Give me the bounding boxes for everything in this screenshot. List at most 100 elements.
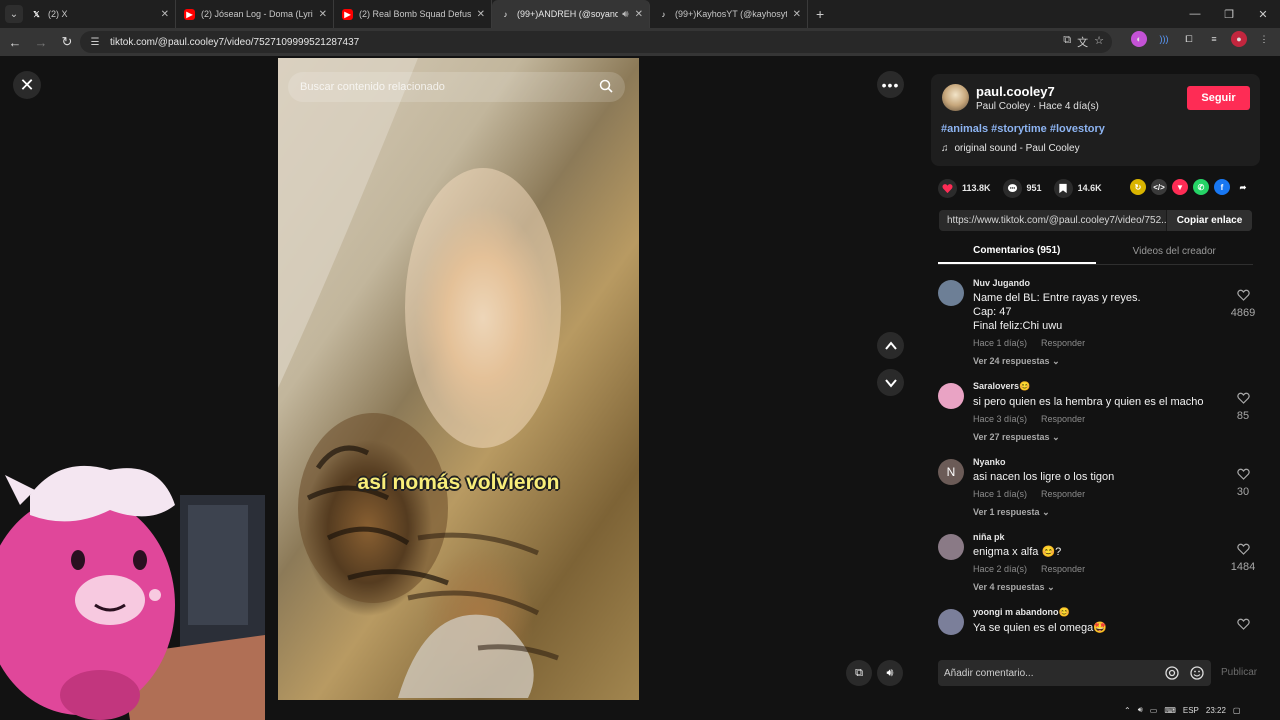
omnibox[interactable]: ☰ tiktok.com/@paul.cooley7/video/7527109… [80, 31, 1112, 53]
sound-link[interactable]: ♫ original sound - Paul Cooley [941, 143, 1080, 154]
commenter-avatar[interactable] [938, 609, 964, 635]
close-icon[interactable]: ✕ [161, 9, 169, 20]
like-action[interactable]: 113.8K [938, 178, 991, 198]
new-tab-plus-icon[interactable]: + [816, 6, 824, 22]
reply-link[interactable]: Responder [1041, 564, 1085, 574]
video-caption: así nomás volvieron [357, 471, 560, 494]
embed-code-icon[interactable]: </> [1151, 179, 1167, 195]
more-options-icon[interactable]: ••• [877, 71, 904, 98]
comment-line: Final feliz:Chi uwu [973, 320, 1063, 332]
commenter-name[interactable]: Nuv Jugando [973, 278, 1213, 288]
commenter-name[interactable]: yoongi m abandono😊 [973, 607, 1213, 618]
comment-like[interactable]: 85 [1228, 391, 1258, 422]
restore-icon[interactable]: ❐ [1212, 0, 1246, 28]
whatsapp-icon[interactable]: ✆ [1193, 179, 1209, 195]
related-search-input[interactable] [300, 81, 590, 93]
comment-action[interactable]: 951 [1002, 178, 1042, 198]
commenter-avatar[interactable] [938, 534, 964, 560]
comment-like[interactable]: 4869 [1228, 288, 1258, 319]
close-icon[interactable]: ✕ [635, 9, 643, 20]
back-arrow-icon[interactable]: ← [3, 30, 27, 54]
commenter-name[interactable]: Nyanko [973, 457, 1213, 467]
comment-composer: Publicar [938, 660, 1258, 686]
tab-list-button[interactable]: ⌄ [5, 5, 23, 23]
tab-tiktok-andreh[interactable]: ♪ (99+)ANDREH (@soyandre 🔊︎ ✕ [492, 0, 650, 28]
comment-like[interactable] [1228, 617, 1258, 635]
next-video-button[interactable] [877, 369, 904, 396]
site-settings-icon[interactable]: ☰ [88, 35, 102, 49]
save-action[interactable]: 14.6K [1053, 178, 1102, 198]
creator-avatar[interactable] [942, 84, 969, 111]
notifications-icon[interactable]: ▢ [1233, 706, 1241, 715]
video-player[interactable]: así nomás volvieron [278, 58, 639, 700]
tab-tiktok-kayhos[interactable]: ♪ (99+)KayhosYT (@kayhosyt) | T ✕ [650, 0, 808, 28]
copy-link-button[interactable]: Copiar enlace [1166, 210, 1252, 231]
action-bar: 113.8K 951 14.6K [938, 176, 1114, 200]
creator-username[interactable]: paul.cooley7 [976, 84, 1055, 99]
close-video-icon[interactable]: ✕ [13, 71, 41, 99]
tab-youtube-doma[interactable]: ▶ (2) Jósean Log - Doma (Lyric Vi ✕ [176, 0, 334, 28]
previous-video-button[interactable] [877, 332, 904, 359]
extension-audio-icon[interactable]: ))) [1156, 31, 1172, 47]
comments-list: Nuv Jugando Name del BL: Entre rayas y r… [938, 278, 1258, 644]
send-to-friends-icon[interactable]: ▼ [1172, 179, 1188, 195]
view-replies-link[interactable]: Ver 27 respuestas ⌄ [973, 432, 1213, 443]
comment-like-count: 85 [1236, 410, 1250, 422]
reply-link[interactable]: Responder [1041, 414, 1085, 424]
tab-comments[interactable]: Comentarios (951) [938, 239, 1096, 264]
related-search-bar[interactable] [288, 72, 625, 102]
comment-meta: Hace 1 día(s) Responder [973, 338, 1213, 348]
volume-icon[interactable]: 🔊︎ [877, 660, 903, 686]
close-icon[interactable]: ✕ [319, 9, 327, 20]
publish-button[interactable]: Publicar [1221, 667, 1257, 678]
close-icon[interactable]: ✕ [793, 9, 801, 20]
commenter-name[interactable]: niña pk [973, 532, 1213, 542]
clock[interactable]: 23:22 [1206, 706, 1226, 715]
commenter-avatar[interactable]: N [938, 459, 964, 485]
extension-purple-icon[interactable]: ◐ [1131, 31, 1147, 47]
facebook-icon[interactable]: f [1214, 179, 1230, 195]
reload-icon[interactable]: ↻ [55, 30, 79, 54]
emoji-icon[interactable] [1189, 665, 1205, 681]
network-icon[interactable]: ▭ [1150, 706, 1158, 715]
browser-menu-icon[interactable]: ⋮ [1256, 31, 1272, 47]
replies-label: Ver 27 respuestas [973, 432, 1050, 442]
share-arrow-icon[interactable]: ➦ [1235, 179, 1251, 195]
close-window-icon[interactable]: ✕ [1246, 0, 1280, 28]
commenter-avatar[interactable] [938, 280, 964, 306]
bookmark-star-icon[interactable]: ☆ [1094, 34, 1104, 50]
tab-youtube-bomb[interactable]: ▶ (2) Real Bomb Squad Defuses A ✕ [334, 0, 492, 28]
profile-avatar-icon[interactable]: ● [1231, 31, 1247, 47]
commenter-name[interactable]: Saralovers😊 [973, 381, 1213, 392]
video-link-text: https://www.tiktok.com/@paul.cooley7/vid… [947, 215, 1166, 226]
tray-overflow-chevron-icon[interactable]: ⌃ [1124, 706, 1131, 715]
commenter-avatar[interactable] [938, 383, 964, 409]
hashtags[interactable]: #animals #storytime #lovestory [941, 123, 1105, 135]
keyboard-icon[interactable]: ⌨ [1164, 706, 1176, 715]
view-replies-link[interactable]: Ver 4 respuestas ⌄ [973, 582, 1213, 593]
reply-link[interactable]: Responder [1041, 338, 1085, 348]
tab-x[interactable]: 𝕏 (2) X ✕ [23, 0, 176, 28]
minimize-icon[interactable]: — [1178, 0, 1212, 28]
search-icon[interactable] [599, 79, 613, 93]
tab-creator-videos[interactable]: Videos del creador [1096, 239, 1254, 264]
comment-like[interactable]: 1484 [1228, 542, 1258, 573]
translate-icon[interactable]: 文 [1077, 34, 1088, 50]
language-indicator[interactable]: ESP [1183, 706, 1199, 715]
picture-in-picture-icon[interactable]: ⧉ [846, 660, 872, 686]
follow-button[interactable]: Seguir [1187, 86, 1250, 110]
view-replies-link[interactable]: Ver 24 respuestas ⌄ [973, 356, 1213, 367]
extensions-puzzle-icon[interactable]: ⧠ [1181, 31, 1197, 47]
mention-at-icon[interactable] [1164, 665, 1180, 681]
volume-tray-icon[interactable]: 🔊︎ [1138, 705, 1143, 715]
view-replies-link[interactable]: Ver 1 respuesta ⌄ [973, 507, 1213, 518]
repost-icon[interactable]: ↻ [1130, 179, 1146, 195]
forward-arrow-icon[interactable]: → [29, 30, 53, 54]
reply-link[interactable]: Responder [1041, 489, 1085, 499]
install-app-icon[interactable]: ⧉ [1063, 34, 1071, 50]
close-icon[interactable]: ✕ [477, 9, 485, 20]
reading-list-icon[interactable]: ≡ [1206, 31, 1222, 47]
speaker-icon[interactable]: 🔊︎ [622, 9, 628, 20]
comment-like[interactable]: 30 [1228, 467, 1258, 498]
comment-time: Hace 3 día(s) [973, 414, 1028, 424]
